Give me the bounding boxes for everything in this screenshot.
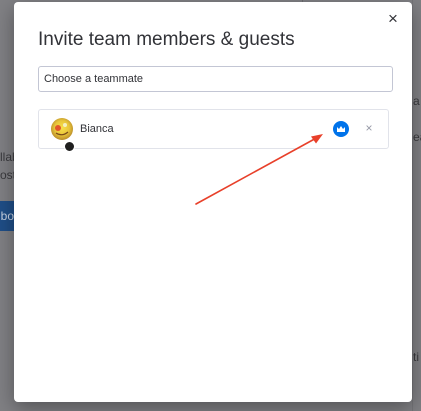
member-name: Bianca	[80, 123, 114, 135]
background-text-fragment: ea	[413, 130, 421, 144]
invite-dialog: × Invite team members & guests Bianca	[14, 2, 412, 402]
crown-icon	[337, 126, 345, 132]
avatar-status-badge	[64, 141, 75, 152]
member-row: Bianca ×	[38, 109, 389, 152]
background-divider	[412, 0, 413, 411]
background-button-label: mbo	[0, 209, 14, 223]
dialog-title: Invite team members & guests	[38, 29, 295, 50]
make-owner-button[interactable]	[333, 121, 349, 137]
background-text-fragment: ti	[413, 350, 419, 364]
teammate-search-input[interactable]	[38, 66, 393, 92]
background-text-fragment: a	[413, 94, 420, 108]
close-button[interactable]: ×	[384, 10, 402, 28]
remove-member-button[interactable]: ×	[362, 121, 376, 135]
avatar	[51, 118, 75, 152]
